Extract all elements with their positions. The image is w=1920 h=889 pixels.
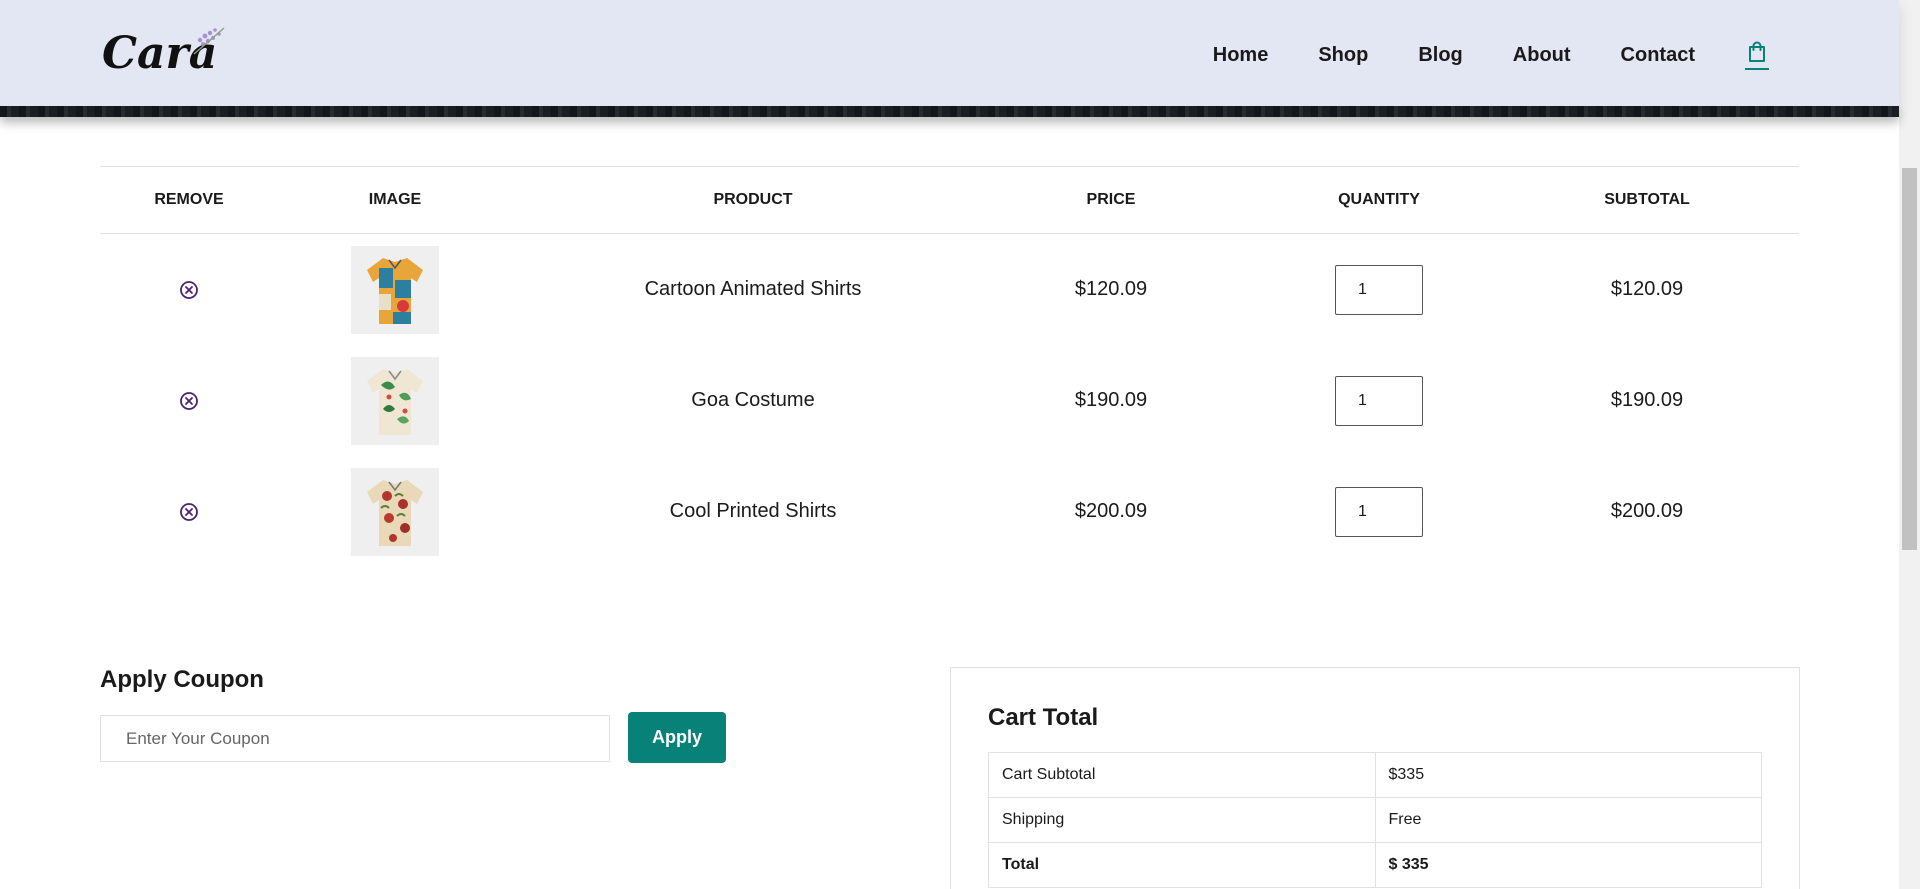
coupon-heading: Apply Coupon xyxy=(100,666,264,693)
nav-blog-link[interactable]: Blog xyxy=(1418,41,1462,69)
quantity-input[interactable] xyxy=(1335,264,1423,315)
table-row: Cartoon Animated Shirts $120.09 $120.09 xyxy=(100,234,1799,345)
brand-logo[interactable]: Cara xyxy=(100,20,230,80)
shipping-label: Shipping xyxy=(988,797,1376,843)
cart-subtotal-row: Cart Subtotal $335 xyxy=(988,752,1762,798)
product-image xyxy=(351,467,439,556)
scrollbar-thumb[interactable] xyxy=(1902,168,1917,550)
active-underline xyxy=(1745,68,1769,70)
product-image xyxy=(351,245,439,334)
shipping-row: Shipping Free xyxy=(988,797,1762,843)
quantity-input[interactable] xyxy=(1335,486,1423,537)
remove-item-icon[interactable] xyxy=(178,501,200,523)
shipping-value: Free xyxy=(1374,797,1762,843)
product-price: $190.09 xyxy=(1074,389,1148,411)
nav-shop-link[interactable]: Shop xyxy=(1318,41,1368,69)
cart-link[interactable] xyxy=(1745,38,1769,72)
row-subtotal: $120.09 xyxy=(1610,278,1684,300)
product-name[interactable]: Cartoon Animated Shirts xyxy=(512,234,994,345)
cart-total-table: Cart Subtotal $335 Shipping Free Total $… xyxy=(988,752,1762,888)
page-scrollbar[interactable] xyxy=(1899,0,1920,889)
quantity-input[interactable] xyxy=(1335,375,1423,426)
col-product-header: PRODUCT xyxy=(713,191,793,208)
product-name[interactable]: Goa Costume xyxy=(512,345,994,456)
site-header: Cara Home Shop Blog About Contact xyxy=(0,0,1899,106)
total-row: Total $ 335 xyxy=(988,842,1762,888)
product-name[interactable]: Cool Printed Shirts xyxy=(512,456,994,567)
remove-item-icon[interactable] xyxy=(178,279,200,301)
col-remove-header: REMOVE xyxy=(154,191,224,208)
nav-contact-link[interactable]: Contact xyxy=(1621,41,1695,69)
col-quantity-header: QUANTITY xyxy=(1338,191,1420,208)
row-subtotal: $190.09 xyxy=(1610,389,1684,411)
cart-total-heading: Cart Total xyxy=(988,704,1099,731)
nav-home-link[interactable]: Home xyxy=(1213,41,1269,69)
product-price: $200.09 xyxy=(1074,500,1148,522)
col-price-header: PRICE xyxy=(1086,191,1136,208)
table-header: REMOVE IMAGE PRODUCT PRICE QUANTITY SUBT… xyxy=(100,166,1799,234)
nav-about-link[interactable]: About xyxy=(1513,41,1571,69)
shopping-bag-icon xyxy=(1749,41,1765,62)
product-image xyxy=(351,356,439,445)
row-subtotal: $200.09 xyxy=(1610,500,1684,522)
coupon-input[interactable] xyxy=(100,715,610,762)
apply-coupon-button[interactable]: Apply xyxy=(628,712,726,763)
main-nav: Home Shop Blog About Contact xyxy=(1163,38,1769,72)
table-row: Cool Printed Shirts $200.09 $200.09 xyxy=(100,456,1799,567)
cart-subtotal-label: Cart Subtotal xyxy=(988,752,1376,798)
product-price: $120.09 xyxy=(1074,278,1148,300)
table-row: Goa Costume $190.09 $190.09 xyxy=(100,345,1799,456)
col-subtotal-header: SUBTOTAL xyxy=(1604,191,1690,208)
cart-table: REMOVE IMAGE PRODUCT PRICE QUANTITY SUBT… xyxy=(100,166,1799,567)
col-image-header: IMAGE xyxy=(368,191,422,208)
remove-item-icon[interactable] xyxy=(178,390,200,412)
total-label: Total xyxy=(988,842,1376,888)
cart-total-panel: Cart Total Cart Subtotal $335 Shipping F… xyxy=(950,667,1800,889)
cart-subtotal-value: $335 xyxy=(1374,752,1762,798)
svg-text:Cara: Cara xyxy=(102,28,217,79)
total-value: $ 335 xyxy=(1374,842,1762,888)
